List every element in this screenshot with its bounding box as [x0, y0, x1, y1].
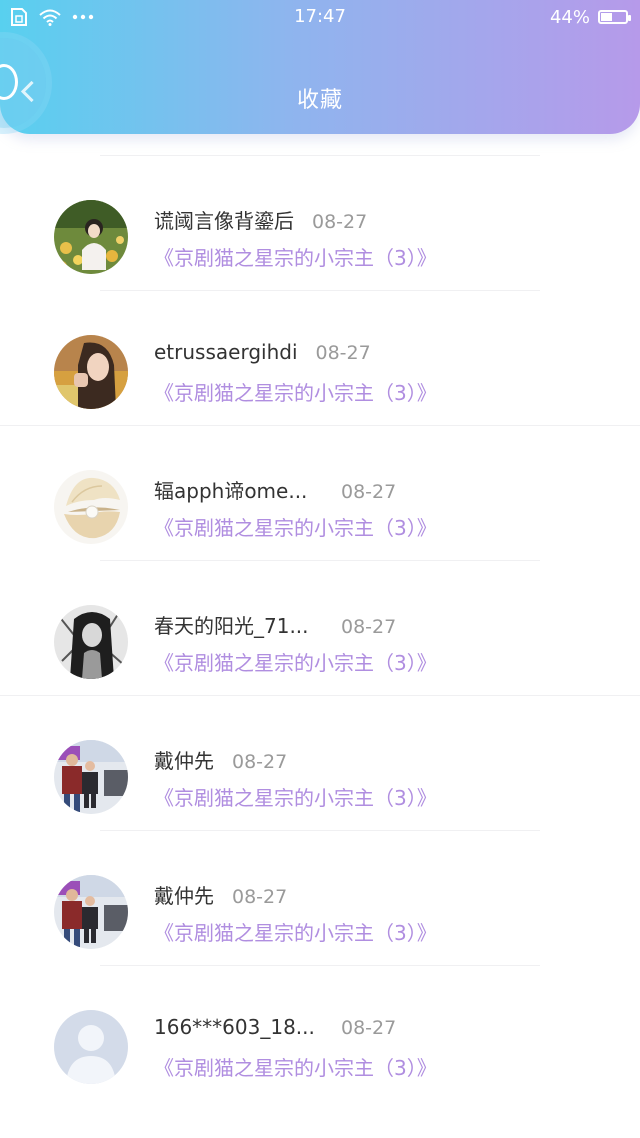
- work-title-link[interactable]: 《京剧猫之星宗的小宗主（3）》: [154, 917, 437, 946]
- favorites-list: 谎阈言像背鎏后 08-27 《京剧猫之星宗的小宗主（3）》 etrussaerg…: [0, 150, 640, 1095]
- list-item[interactable]: 辐apph谛ome... 08-27 《京剧猫之星宗的小宗主（3）》: [0, 420, 640, 555]
- user-name: 戴仲先: [154, 884, 214, 908]
- user-name: 谎阈言像背鎏后: [154, 209, 294, 233]
- user-name: etrussaergihdi: [154, 340, 298, 364]
- item-header: 辐apph谛ome... 08-27: [154, 475, 396, 504]
- work-title-link[interactable]: 《京剧猫之星宗的小宗主（3）》: [154, 377, 437, 406]
- status-time: 17:47: [294, 6, 346, 27]
- item-header: etrussaergihdi 08-27: [154, 340, 371, 364]
- avatar-anime-sketch[interactable]: [54, 605, 128, 679]
- avatar-default-person[interactable]: [54, 1010, 128, 1084]
- battery-level-fill: [601, 13, 612, 21]
- item-date: 08-27: [341, 481, 397, 503]
- avatar-family-photo[interactable]: [54, 740, 128, 814]
- status-icons-right: 44%: [549, 5, 631, 29]
- avatar-girl-flowers[interactable]: [54, 200, 128, 274]
- header-bar: 17:47 44% 收藏: [0, 0, 640, 134]
- avatar-family-photo[interactable]: [54, 875, 128, 949]
- item-date: 08-27: [341, 616, 397, 638]
- list-item[interactable]: 谎阈言像背鎏后 08-27 《京剧猫之星宗的小宗主（3）》: [0, 150, 640, 285]
- user-name: 辐apph谛ome...: [154, 479, 308, 503]
- item-date: 08-27: [315, 342, 371, 364]
- user-name: 戴仲先: [154, 749, 214, 773]
- user-name: 166***603_18...: [154, 1015, 315, 1039]
- user-name: 春天的阳光_71...: [154, 614, 309, 638]
- work-title-link[interactable]: 《京剧猫之星宗的小宗主（3）》: [154, 512, 437, 541]
- list-item[interactable]: 戴仲先 08-27 《京剧猫之星宗的小宗主（3）》: [0, 825, 640, 960]
- item-header: 166***603_18... 08-27: [154, 1015, 396, 1039]
- status-bar: 17:47 44%: [0, 0, 640, 34]
- list-item[interactable]: 春天的阳光_71... 08-27 《京剧猫之星宗的小宗主（3）》: [0, 555, 640, 690]
- avatar-pearl-shell[interactable]: [54, 470, 128, 544]
- work-title-link[interactable]: 《京剧猫之星宗的小宗主（3）》: [154, 242, 437, 271]
- item-header: 春天的阳光_71... 08-27: [154, 610, 396, 639]
- item-date: 08-27: [232, 886, 288, 908]
- item-date: 08-27: [312, 211, 368, 233]
- page-title: 收藏: [296, 88, 343, 113]
- avatar-woman-selfie[interactable]: [54, 335, 128, 409]
- list-item[interactable]: 戴仲先 08-27 《京剧猫之星宗的小宗主（3）》: [0, 690, 640, 825]
- list-item[interactable]: etrussaergihdi 08-27 《京剧猫之星宗的小宗主（3）》: [0, 285, 640, 420]
- work-title-link[interactable]: 《京剧猫之星宗的小宗主（3）》: [154, 647, 437, 676]
- favorites-screen: 17:47 44% 收藏 谎阈言像背鎏后 08-27 《京剧猫之星宗的小宗主（3…: [0, 0, 640, 1138]
- battery-icon: [598, 10, 631, 24]
- work-title-link[interactable]: 《京剧猫之星宗的小宗主（3）》: [154, 1052, 437, 1081]
- item-date: 08-27: [232, 751, 288, 773]
- item-header: 戴仲先 08-27: [154, 745, 287, 774]
- item-header: 谎阈言像背鎏后 08-27: [154, 205, 367, 234]
- work-title-link[interactable]: 《京剧猫之星宗的小宗主（3）》: [154, 782, 437, 811]
- battery-percentage: 44%: [549, 6, 590, 28]
- item-header: 戴仲先 08-27: [154, 880, 287, 909]
- list-item[interactable]: 166***603_18... 08-27 《京剧猫之星宗的小宗主（3）》: [0, 960, 640, 1095]
- item-date: 08-27: [341, 1017, 397, 1039]
